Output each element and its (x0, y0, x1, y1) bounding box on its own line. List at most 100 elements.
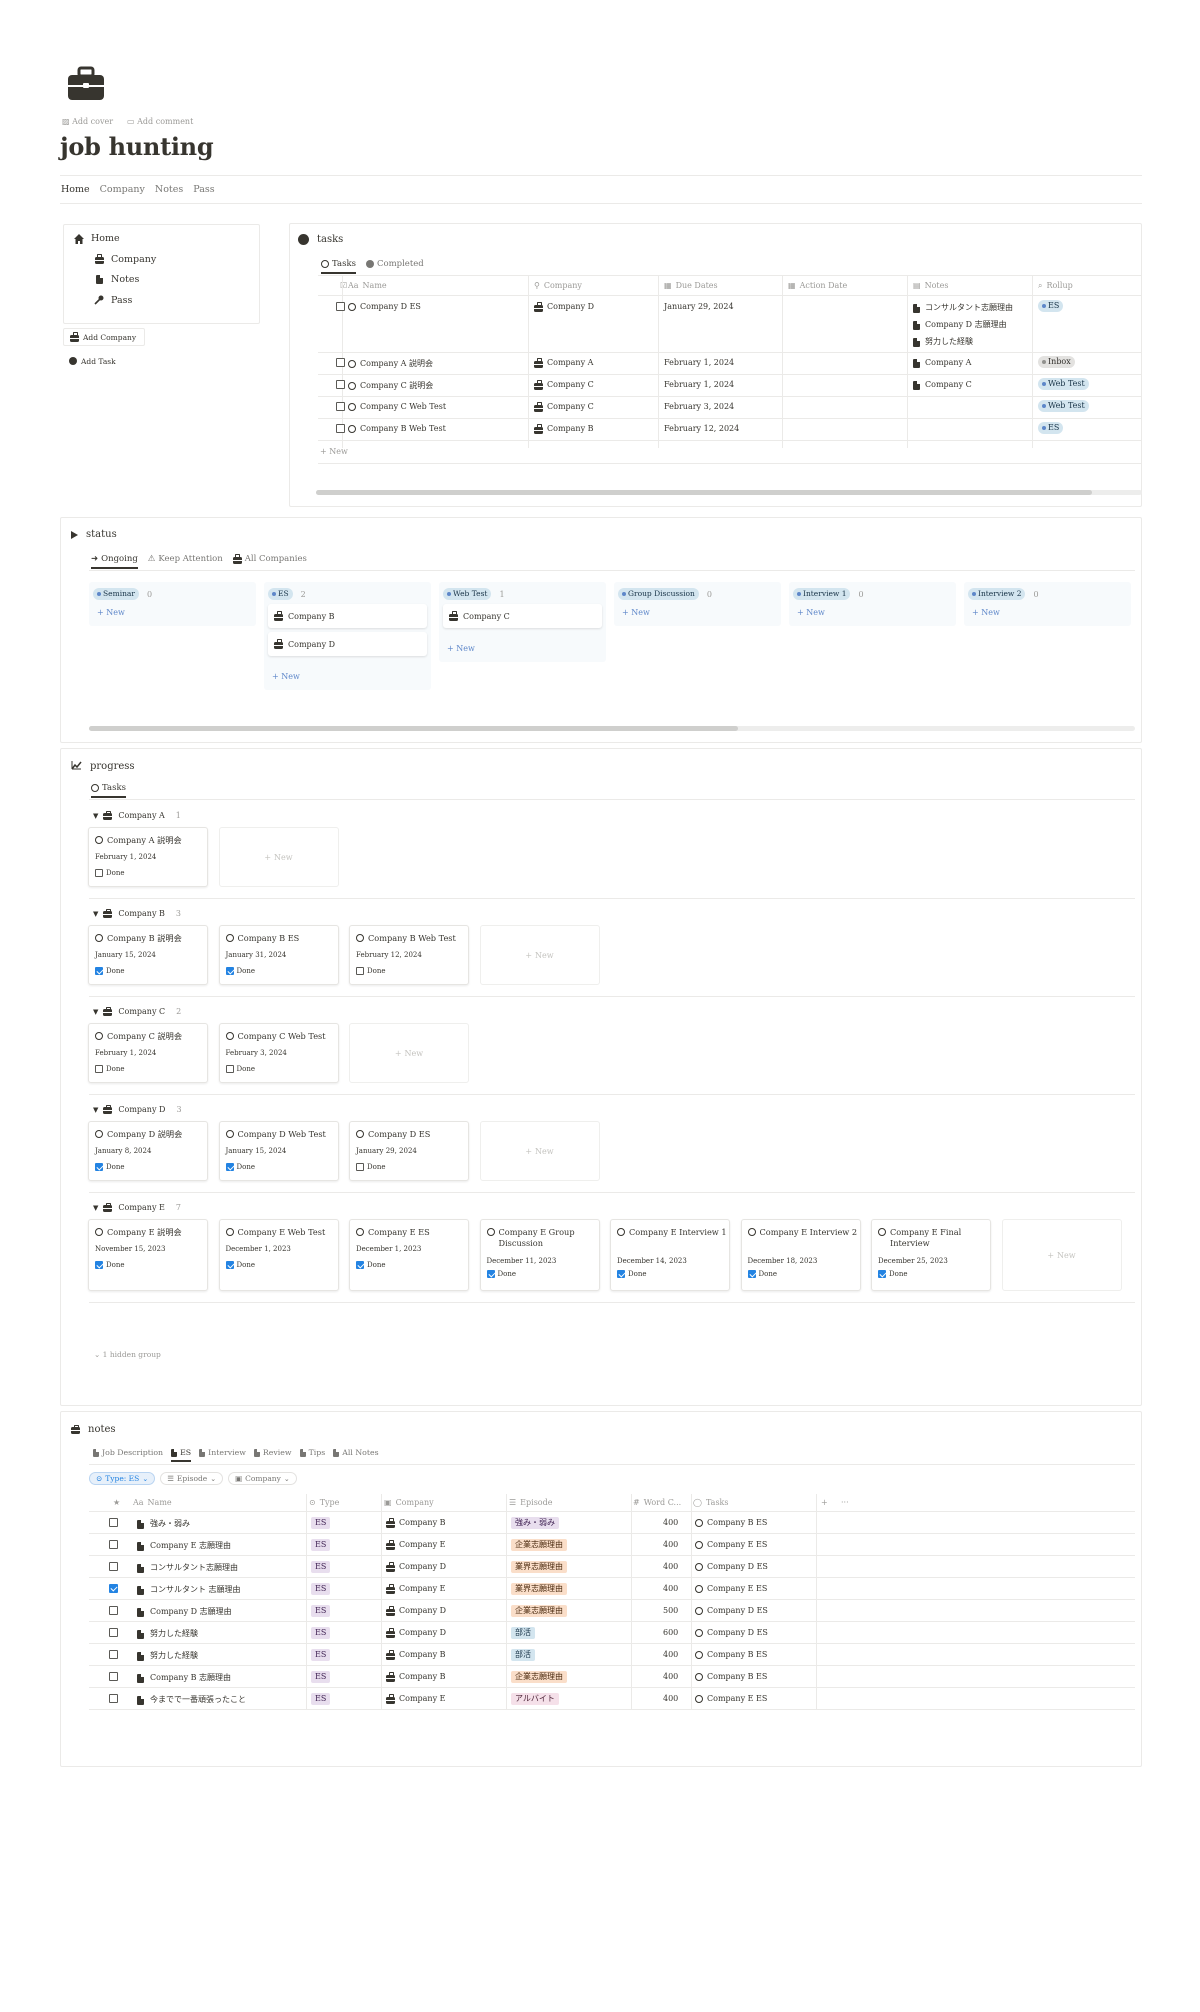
notes-column-header[interactable]: # Word C... (633, 1498, 681, 1507)
table-row[interactable]: Company B Web Test Company B February 12, … (290, 418, 1143, 440)
row-checkbox[interactable] (109, 1650, 118, 1659)
new-card-button[interactable]: + New (1001, 1219, 1122, 1291)
task-card[interactable]: Company E Final Interview December 25, 20… (871, 1219, 991, 1291)
filter-chip-typees[interactable]: ⊙ Type: ES ⌄ (89, 1472, 156, 1485)
top-nav-notes[interactable]: Notes (155, 184, 183, 195)
done-checkbox[interactable]: Done (225, 1065, 255, 1073)
row-checkbox[interactable] (109, 1518, 118, 1527)
task-card[interactable]: Company E Group Discussion December 11, 2… (479, 1219, 600, 1291)
add-column-button[interactable]: + (821, 1498, 828, 1507)
add-company-button[interactable]: Add Company (63, 328, 145, 346)
done-checkbox[interactable]: Done (617, 1270, 646, 1278)
tasks-column-header[interactable]: Aa Name (348, 281, 387, 290)
note-company[interactable]: Company D (386, 1606, 446, 1616)
task-card[interactable]: Company E Interview 1 December 14, 2023 Do… (610, 1219, 730, 1291)
note-task-link[interactable]: Company E ES (695, 1540, 767, 1549)
task-checkbox[interactable] (336, 358, 345, 367)
new-card-button[interactable]: + New (349, 1023, 469, 1083)
task-checkbox[interactable] (336, 402, 345, 411)
status-column-label[interactable]: ES (268, 588, 293, 600)
tab-ongoing[interactable]: ➜ Ongoing (91, 554, 138, 569)
done-checkbox[interactable]: Done (95, 1163, 124, 1171)
table-row[interactable]: Company D ES Company D January 29, 2024 コンサ… (290, 296, 1143, 352)
note-company[interactable]: Company B (386, 1672, 446, 1682)
task-card[interactable]: Company D ES January 29, 2024 Done (349, 1121, 469, 1181)
tab-completed[interactable]: Completed (365, 259, 424, 273)
table-row[interactable]: Company B 志願理由 ES Company B 企業志願理由 400 Compan… (61, 1666, 1143, 1688)
tasks-column-header[interactable]: ▦ Action Date (788, 281, 847, 290)
tasks-title[interactable]: tasks (317, 234, 343, 245)
top-nav-home[interactable]: Home (61, 184, 90, 195)
task-checkbox[interactable] (336, 380, 345, 389)
note-task-link[interactable]: Company D ES (695, 1606, 768, 1615)
sidebar-item-company[interactable]: Company (94, 254, 156, 265)
task-checkbox[interactable] (336, 302, 345, 311)
task-company[interactable]: Company C (534, 380, 594, 390)
tab-tasks[interactable]: Tasks (321, 259, 356, 274)
note-name[interactable]: 努力した経験 (137, 1650, 198, 1661)
note-company[interactable]: Company D (386, 1628, 446, 1638)
table-row[interactable]: 今までで一番頑張ったこと ES Company E アルバイト 400 Company E… (61, 1688, 1143, 1710)
table-row[interactable]: 強み・弱み ES Company B 強み・弱み 400 Company B ES (61, 1512, 1143, 1534)
task-company[interactable]: Company B (534, 424, 594, 434)
note-task-link[interactable]: Company D ES (695, 1628, 768, 1637)
task-card[interactable]: Company C Web Test February 3, 2024 Done (218, 1023, 339, 1083)
task-card[interactable]: Company E 説明会 November 15, 2023 Done (88, 1219, 208, 1291)
tab-tips[interactable]: Tips (299, 1448, 325, 1461)
task-note-link[interactable]: コンサルタント志願理由 (913, 302, 1013, 313)
task-checkbox[interactable] (336, 424, 345, 433)
task-note-link[interactable]: Company A (913, 358, 971, 368)
more-options-button[interactable]: ··· (841, 1498, 849, 1507)
note-name[interactable]: コンサルタント志願理由 (137, 1562, 238, 1573)
row-checkbox[interactable] (109, 1562, 118, 1571)
note-name[interactable]: Company E 志願理由 (137, 1540, 231, 1551)
page-title[interactable]: job hunting (60, 132, 214, 161)
hidden-group-toggle[interactable]: ⌄ 1 hidden group (94, 1350, 161, 1359)
notes-title[interactable]: notes (88, 1424, 116, 1435)
notes-column-header[interactable]: ▣ Company (384, 1498, 434, 1507)
tasks-column-header[interactable]: ▦ Due Dates (664, 281, 718, 290)
done-checkbox[interactable]: Done (225, 1261, 255, 1269)
done-checkbox[interactable]: Done (878, 1270, 907, 1278)
done-checkbox[interactable]: Done (356, 967, 385, 975)
new-card-button[interactable]: + New (797, 608, 825, 617)
task-name[interactable]: Company A 説明会 (348, 358, 433, 369)
board-card[interactable]: Company C (443, 604, 602, 628)
task-name[interactable]: Company D ES (348, 302, 421, 311)
note-task-link[interactable]: Company B ES (695, 1672, 767, 1681)
task-note-link[interactable]: Company C (913, 380, 972, 390)
row-checkbox[interactable] (109, 1628, 118, 1637)
top-nav-company[interactable]: Company (100, 184, 145, 195)
task-company[interactable]: Company D (534, 302, 594, 312)
row-checkbox[interactable] (109, 1606, 118, 1615)
done-checkbox[interactable]: Done (356, 1163, 385, 1171)
status-column-label[interactable]: Web Test (443, 588, 492, 600)
note-task-link[interactable]: Company D ES (695, 1562, 768, 1571)
board-card[interactable]: Company D (268, 632, 427, 656)
task-name[interactable]: Company B Web Test (348, 424, 446, 433)
new-card-button[interactable]: + New (218, 827, 339, 887)
note-name[interactable]: Company B 志願理由 (137, 1672, 231, 1683)
tab-review[interactable]: Review (253, 1448, 292, 1461)
table-row[interactable]: コンサルタント 志願理由 ES Company E 業界志願理由 400 Company … (61, 1578, 1143, 1600)
table-row[interactable]: Company C Web Test Company C February 3, 2… (290, 396, 1143, 418)
horizontal-scrollbar[interactable] (89, 726, 1135, 731)
group-header[interactable]: ▼ Company A 1 (93, 810, 181, 820)
task-card[interactable]: Company C 説明会 February 1, 2024 Done (88, 1023, 208, 1083)
table-row[interactable]: Company E 志願理由 ES Company E 企業志願理由 400 Compan… (61, 1534, 1143, 1556)
row-checkbox[interactable] (109, 1540, 118, 1549)
note-task-link[interactable]: Company E ES (695, 1584, 767, 1593)
note-task-link[interactable]: Company E ES (695, 1694, 767, 1703)
top-nav-pass[interactable]: Pass (193, 184, 214, 195)
status-column-label[interactable]: Interview 1 (793, 588, 851, 600)
table-row[interactable]: 努力した経験 ES Company D 部活 600 Company D ES (61, 1622, 1143, 1644)
task-card[interactable]: Company A 説明会 February 1, 2024 Done (88, 827, 208, 887)
progress-title[interactable]: progress (90, 761, 135, 772)
note-company[interactable]: Company B (386, 1518, 446, 1528)
table-row[interactable]: 努力した経験 ES Company B 部活 400 Company B ES (61, 1644, 1143, 1666)
note-task-link[interactable]: Company B ES (695, 1518, 767, 1527)
group-header[interactable]: ▼ Company B 3 (93, 908, 181, 918)
new-card-button[interactable]: + New (272, 672, 300, 681)
tab-tasks[interactable]: Tasks (91, 783, 126, 798)
sidebar-item-pass[interactable]: Pass (94, 295, 132, 306)
